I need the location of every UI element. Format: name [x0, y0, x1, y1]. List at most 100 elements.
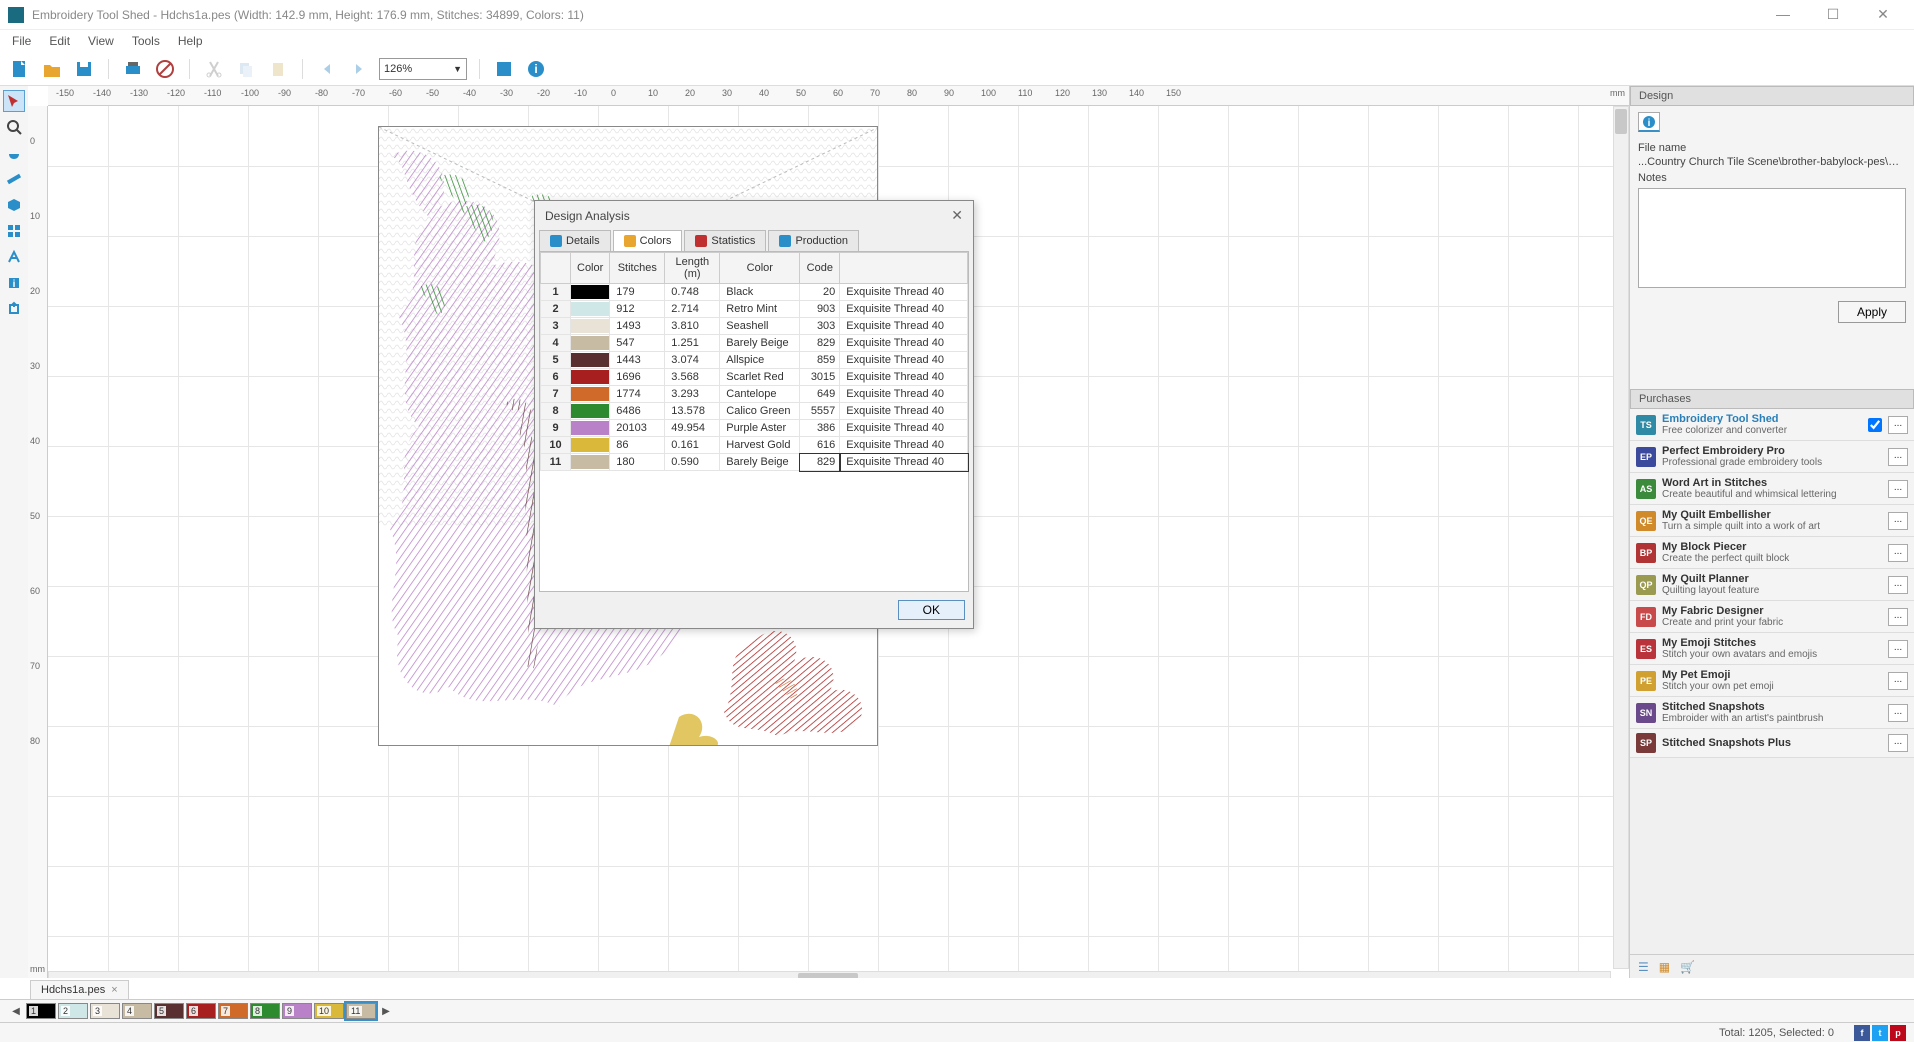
menu-file[interactable]: File: [4, 32, 39, 50]
purchase-item[interactable]: PE My Pet Emoji Stitch your own pet emoj…: [1630, 665, 1914, 697]
pan-tool[interactable]: [3, 142, 25, 164]
menu-edit[interactable]: Edit: [41, 32, 78, 50]
apply-button[interactable]: Apply: [1838, 301, 1906, 323]
table-row[interactable]: 1 1790.748 Black20Exquisite Thread 40: [541, 284, 968, 301]
product-more-button[interactable]: ...: [1888, 640, 1908, 658]
menu-tools[interactable]: Tools: [124, 32, 168, 50]
ok-button[interactable]: OK: [898, 600, 965, 620]
table-row[interactable]: 10 860.161 Harvest Gold616Exquisite Thre…: [541, 437, 968, 454]
product-checkbox[interactable]: [1868, 418, 1882, 432]
undo-button[interactable]: [315, 57, 339, 81]
table-row[interactable]: 8 648613.578 Calico Green5557Exquisite T…: [541, 403, 968, 420]
purchase-item[interactable]: ES My Emoji Stitches Stitch your own ava…: [1630, 633, 1914, 665]
product-more-button[interactable]: ...: [1888, 416, 1908, 434]
cart-icon[interactable]: 🛒: [1680, 960, 1695, 974]
color-chip[interactable]: 10: [314, 1003, 344, 1019]
minimize-button[interactable]: —: [1768, 6, 1798, 23]
print-button[interactable]: [121, 57, 145, 81]
product-more-button[interactable]: ...: [1888, 448, 1908, 466]
open-file-button[interactable]: [40, 57, 64, 81]
cube-tool[interactable]: [3, 194, 25, 216]
dialog-tab-details[interactable]: Details: [539, 230, 611, 251]
grid-icon[interactable]: [3, 220, 25, 242]
paste-button[interactable]: [266, 57, 290, 81]
product-more-button[interactable]: ...: [1888, 480, 1908, 498]
chip-prev-icon[interactable]: ◀: [8, 1006, 24, 1017]
dialog-tab-statistics[interactable]: Statistics: [684, 230, 766, 251]
product-more-button[interactable]: ...: [1888, 512, 1908, 530]
pinterest-icon[interactable]: p: [1890, 1025, 1906, 1041]
cut-button[interactable]: [202, 57, 226, 81]
document-tab[interactable]: Hdchs1a.pes ×: [30, 980, 129, 999]
color-chip[interactable]: 3: [90, 1003, 120, 1019]
purchase-item[interactable]: EP Perfect Embroidery Pro Professional g…: [1630, 441, 1914, 473]
purchases-panel-header: Purchases: [1630, 389, 1914, 409]
copy-button[interactable]: [234, 57, 258, 81]
purchase-item[interactable]: AS Word Art in Stitches Create beautiful…: [1630, 473, 1914, 505]
purchase-item[interactable]: FD My Fabric Designer Create and print y…: [1630, 601, 1914, 633]
twitter-icon[interactable]: t: [1872, 1025, 1888, 1041]
table-row[interactable]: 4 5471.251 Barely Beige829Exquisite Thre…: [541, 335, 968, 352]
close-tab-icon[interactable]: ×: [111, 984, 117, 996]
maximize-button[interactable]: ☐: [1818, 6, 1848, 23]
color-chip[interactable]: 7: [218, 1003, 248, 1019]
chip-next-icon[interactable]: ▶: [378, 1006, 394, 1017]
new-file-button[interactable]: [8, 57, 32, 81]
color-chip[interactable]: 2: [58, 1003, 88, 1019]
redo-button[interactable]: [347, 57, 371, 81]
info-tool[interactable]: i: [3, 272, 25, 294]
dialog-tab-colors[interactable]: Colors: [613, 230, 683, 251]
product-more-button[interactable]: ...: [1888, 608, 1908, 626]
no-print-button[interactable]: [153, 57, 177, 81]
ruler-tick: 70: [870, 88, 880, 98]
zoom-tool[interactable]: [3, 116, 25, 138]
grid-toggle-button[interactable]: [492, 57, 516, 81]
color-chip[interactable]: 11: [346, 1003, 376, 1019]
color-chip[interactable]: 1: [26, 1003, 56, 1019]
table-row[interactable]: 3 14933.810 Seashell303Exquisite Thread …: [541, 318, 968, 335]
vertical-scrollbar[interactable]: [1613, 106, 1629, 969]
table-row[interactable]: 7 17743.293 Cantelope649Exquisite Thread…: [541, 386, 968, 403]
menu-view[interactable]: View: [80, 32, 122, 50]
close-button[interactable]: ✕: [1868, 6, 1898, 23]
product-more-button[interactable]: ...: [1888, 576, 1908, 594]
color-chip[interactable]: 9: [282, 1003, 312, 1019]
dialog-close-icon[interactable]: ✕: [951, 207, 963, 224]
product-more-button[interactable]: ...: [1888, 672, 1908, 690]
purchase-item[interactable]: TS Embroidery Tool Shed Free colorizer a…: [1630, 409, 1914, 441]
table-row[interactable]: 5 14433.074 Allspice859Exquisite Thread …: [541, 352, 968, 369]
purchase-item[interactable]: QE My Quilt Embellisher Turn a simple qu…: [1630, 505, 1914, 537]
product-more-button[interactable]: ...: [1888, 704, 1908, 722]
table-row[interactable]: 2 9122.714 Retro Mint903Exquisite Thread…: [541, 301, 968, 318]
table-row[interactable]: 6 16963.568 Scarlet Red3015Exquisite Thr…: [541, 369, 968, 386]
color-chip[interactable]: 8: [250, 1003, 280, 1019]
horizontal-scrollbar[interactable]: [48, 971, 1611, 978]
draw-tool[interactable]: [3, 246, 25, 268]
measure-tool[interactable]: [3, 168, 25, 190]
list-view-icon[interactable]: ☰: [1638, 960, 1649, 974]
purchase-item[interactable]: SN Stitched Snapshots Embroider with an …: [1630, 697, 1914, 729]
facebook-icon[interactable]: f: [1854, 1025, 1870, 1041]
save-button[interactable]: [72, 57, 96, 81]
zoom-select[interactable]: 126%▼: [379, 58, 467, 80]
notes-textarea[interactable]: [1638, 188, 1906, 288]
info-tab[interactable]: i: [1638, 112, 1660, 132]
grid-view-icon[interactable]: ▦: [1659, 960, 1670, 974]
purchase-item[interactable]: BP My Block Piecer Create the perfect qu…: [1630, 537, 1914, 569]
table-row[interactable]: 11 1800.590 Barely Beige829Exquisite Thr…: [541, 454, 968, 471]
export-tool[interactable]: [3, 298, 25, 320]
product-title: Perfect Embroidery Pro: [1662, 445, 1882, 457]
info-button[interactable]: i: [524, 57, 548, 81]
color-chip[interactable]: 6: [186, 1003, 216, 1019]
product-more-button[interactable]: ...: [1888, 544, 1908, 562]
menu-help[interactable]: Help: [170, 32, 211, 50]
purchase-item[interactable]: SP Stitched Snapshots Plus ...: [1630, 729, 1914, 758]
table-row[interactable]: 9 2010349.954 Purple Aster386Exquisite T…: [541, 420, 968, 437]
product-more-button[interactable]: ...: [1888, 734, 1908, 752]
ruler-tick: 10: [30, 211, 40, 221]
color-chip[interactable]: 4: [122, 1003, 152, 1019]
dialog-tab-production[interactable]: Production: [768, 230, 859, 251]
color-chip[interactable]: 5: [154, 1003, 184, 1019]
purchase-item[interactable]: QP My Quilt Planner Quilting layout feat…: [1630, 569, 1914, 601]
select-tool[interactable]: [3, 90, 25, 112]
